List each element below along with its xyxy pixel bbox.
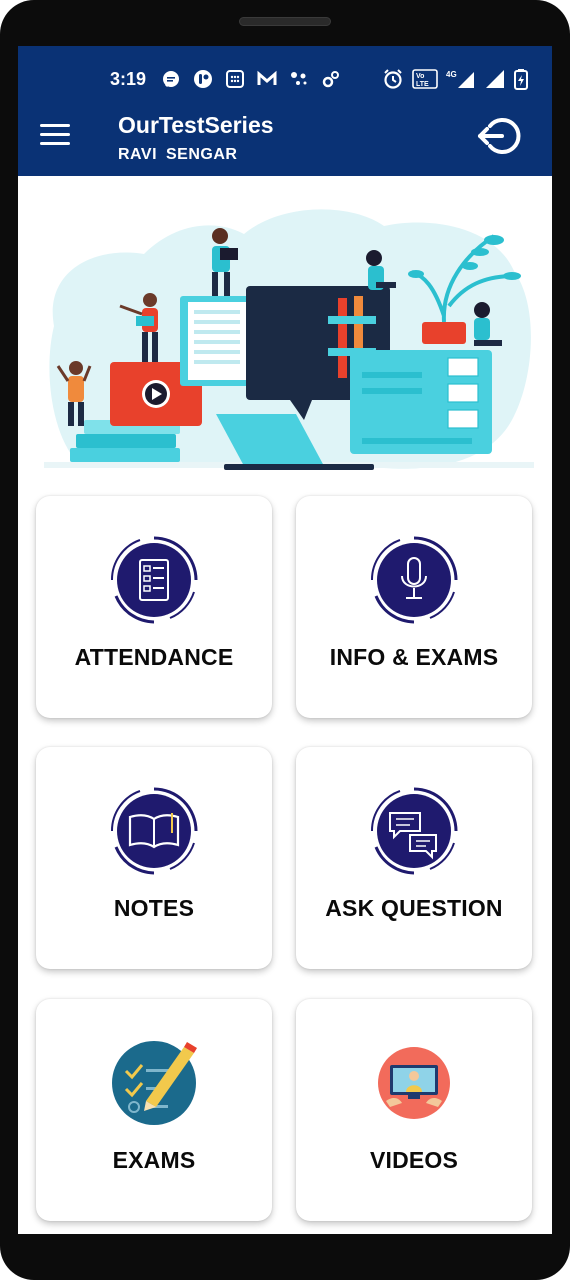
phone-speaker: [239, 17, 331, 26]
ask-question-card[interactable]: ASK QUESTION: [296, 747, 532, 969]
volte-icon: Vo LTE: [412, 69, 438, 89]
card-label: NOTES: [113, 895, 195, 921]
app-notification-icon: [194, 70, 212, 88]
app-bar: 3:19 Vo LTE 4G OurTestSeries RAVI SENGAR: [18, 46, 552, 176]
status-icons-left: [160, 68, 342, 90]
svg-text:Vo: Vo: [416, 73, 424, 80]
app-screen: 3:19 Vo LTE 4G OurTestSeries RAVI SENGAR…: [18, 46, 552, 1234]
open-book-icon: [110, 787, 198, 875]
status-time: 3:19: [110, 69, 147, 89]
card-label: VIDEOS: [369, 1147, 459, 1173]
microphone-icon: [370, 536, 458, 624]
exams-card[interactable]: EXAMS: [36, 999, 272, 1221]
message-icon: [163, 71, 179, 88]
card-label: INFO & EXAMS: [329, 644, 499, 670]
card-label: ATTENDANCE: [74, 644, 234, 670]
logout-icon[interactable]: [476, 116, 522, 156]
attendance-list-icon: [110, 536, 198, 624]
signal-icon: [486, 70, 504, 88]
svg-text:4G: 4G: [446, 70, 457, 79]
exam-checklist-icon: [112, 1041, 197, 1125]
card-label: ASK QUESTION: [325, 895, 503, 921]
calendar-icon: [226, 70, 244, 88]
status-icons-right: Vo LTE 4G: [382, 68, 528, 90]
card-label: EXAMS: [112, 1147, 196, 1173]
user-name: RAVI SENGAR: [118, 146, 238, 163]
video-lesson-icon: [378, 1047, 450, 1119]
settings-icon: [322, 71, 339, 88]
hero-illustration: [44, 209, 534, 470]
phone-frame: 3:19 Vo LTE 4G OurTestSeries RAVI SENGAR…: [0, 0, 570, 1280]
notes-card[interactable]: NOTES: [36, 747, 272, 969]
alarm-icon: [384, 69, 402, 89]
svg-text:LTE: LTE: [416, 81, 429, 88]
hamburger-menu-icon[interactable]: [40, 124, 70, 148]
battery-icon: [514, 69, 528, 90]
dots-icon: [291, 72, 307, 85]
4g-signal-icon: 4G: [446, 70, 474, 88]
attendance-card[interactable]: ATTENDANCE: [36, 496, 272, 718]
gmail-icon: [257, 70, 277, 85]
chat-bubbles-icon: [370, 787, 458, 875]
app-title: OurTestSeries: [118, 112, 274, 138]
videos-card[interactable]: VIDEOS: [296, 999, 532, 1221]
info-exams-card[interactable]: INFO & EXAMS: [296, 496, 532, 718]
